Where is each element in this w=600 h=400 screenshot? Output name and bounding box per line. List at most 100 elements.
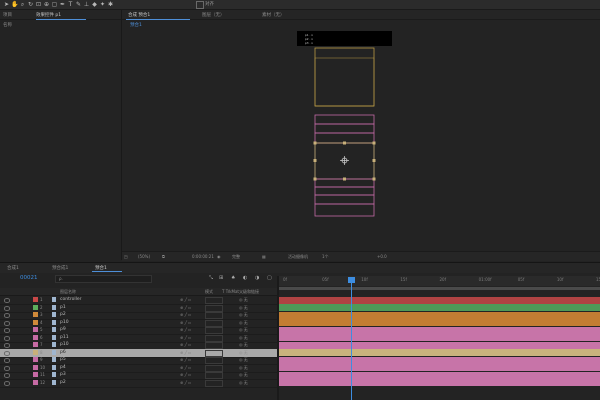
playhead-line[interactable]: [350, 277, 352, 400]
parent-dropdown[interactable]: ◎ 无: [239, 312, 248, 318]
layer-duration-bar[interactable]: [279, 379, 600, 386]
precomp-icon: [52, 319, 56, 325]
visibility-eye-icon[interactable]: [4, 343, 10, 348]
switches-icon[interactable]: ⊕ ╱ ▫: [180, 372, 191, 377]
visibility-eye-icon[interactable]: [4, 358, 10, 363]
visibility-eye-icon[interactable]: [4, 380, 10, 386]
parent-dropdown[interactable]: ◎ 无: [239, 327, 248, 333]
layer-number: 8: [40, 349, 43, 355]
label-color-swatch[interactable]: [33, 312, 38, 317]
parent-dropdown[interactable]: ◎ 无: [239, 297, 248, 303]
layer-duration-bar[interactable]: [279, 296, 600, 304]
label-color-swatch[interactable]: [33, 357, 38, 362]
layer-number: 3: [40, 312, 43, 317]
visibility-eye-icon[interactable]: [4, 328, 10, 333]
switches-icon[interactable]: ⊕ ╱ ▫: [180, 305, 191, 310]
parent-dropdown[interactable]: ◎ 无: [239, 372, 248, 378]
layer-name[interactable]: controller: [60, 297, 81, 302]
switches-icon[interactable]: ⊕ ╱ ▫: [180, 320, 191, 325]
layer-duration-bar[interactable]: [279, 371, 600, 379]
layer-name[interactable]: p3: [60, 372, 66, 377]
label-color-swatch[interactable]: [33, 327, 38, 332]
layer-number: 1: [40, 297, 43, 302]
layer-duration-bar[interactable]: [279, 364, 600, 371]
parent-dropdown[interactable]: ◎ 无: [239, 342, 248, 348]
parent-dropdown[interactable]: ◎ 无: [239, 357, 248, 363]
visibility-eye-icon[interactable]: [4, 320, 10, 326]
layer-duration-bar[interactable]: [279, 349, 600, 356]
switches-icon[interactable]: ⊕ ╱ ▫: [180, 365, 191, 370]
label-color-swatch[interactable]: [33, 342, 38, 347]
visibility-eye-icon[interactable]: [4, 305, 10, 311]
precomp-icon: [52, 334, 56, 340]
visibility-eye-icon[interactable]: [4, 373, 10, 378]
label-color-swatch[interactable]: [33, 319, 38, 325]
switches-icon[interactable]: ⊕ ╱ ▫: [180, 357, 191, 362]
precomp-icon: [52, 297, 56, 302]
layer-name[interactable]: p5: [60, 357, 66, 362]
layer-duration-bar[interactable]: [279, 319, 600, 326]
visibility-eye-icon[interactable]: [4, 335, 10, 341]
layer-number: 10: [40, 364, 46, 370]
visibility-eye-icon[interactable]: [4, 365, 10, 371]
layer-number: 5: [40, 327, 43, 332]
layer-number: 12: [40, 379, 46, 385]
parent-dropdown[interactable]: ◎ 无: [239, 320, 248, 326]
switches-icon[interactable]: ⊕ ╱ ▫: [180, 297, 191, 302]
label-color-swatch[interactable]: [33, 349, 38, 355]
layer-name[interactable]: p1: [60, 305, 66, 310]
layer-number: 11: [40, 372, 46, 377]
visibility-eye-icon[interactable]: [4, 313, 10, 318]
parent-dropdown[interactable]: ◎ 无: [239, 335, 248, 341]
label-color-swatch[interactable]: [33, 334, 38, 340]
layer-duration-bar[interactable]: [279, 334, 600, 341]
blend-mode-dropdown[interactable]: [205, 379, 223, 387]
parent-dropdown[interactable]: ◎ 无: [239, 380, 248, 386]
parent-dropdown[interactable]: ◎ 无: [239, 305, 248, 311]
label-color-swatch[interactable]: [33, 379, 38, 385]
layer-name[interactable]: p11: [60, 335, 69, 340]
layer-number: 4: [40, 319, 43, 325]
precomp-icon: [52, 304, 56, 310]
switches-icon[interactable]: ⊕ ╱ ▫: [180, 312, 191, 317]
layer-name[interactable]: p2: [60, 380, 66, 385]
label-color-swatch[interactable]: [33, 364, 38, 370]
visibility-eye-icon[interactable]: [4, 350, 10, 356]
switches-icon[interactable]: ⊕ ╱ ▫: [180, 327, 191, 332]
precomp-icon: [52, 357, 56, 362]
layer-duration-bar[interactable]: [279, 356, 600, 364]
precomp-icon: [52, 349, 56, 355]
layer-number: 6: [40, 334, 43, 340]
layer-name[interactable]: p6: [60, 350, 66, 355]
label-color-swatch[interactable]: [33, 297, 38, 302]
layer-duration-bar[interactable]: [279, 304, 600, 311]
layer-name[interactable]: p2: [60, 312, 66, 317]
layer-name[interactable]: p10: [60, 320, 69, 325]
visibility-eye-icon[interactable]: [4, 298, 10, 303]
layer-name[interactable]: p4: [60, 365, 66, 370]
layer-row[interactable]: 12 p2 ⊕ ╱ ▫ ◎ 无: [0, 379, 277, 388]
switches-icon[interactable]: ⊕ ╱ ▫: [180, 380, 191, 385]
layer-duration-bar[interactable]: [279, 311, 600, 319]
precomp-icon: [52, 379, 56, 385]
switches-icon[interactable]: ⊕ ╱ ▫: [180, 335, 191, 340]
parent-dropdown[interactable]: ◎ 无: [239, 350, 248, 356]
layer-number: 2: [40, 304, 43, 310]
parent-dropdown[interactable]: ◎ 无: [239, 365, 248, 371]
precomp-icon: [52, 372, 56, 377]
label-color-swatch[interactable]: [33, 372, 38, 377]
switches-icon[interactable]: ⊕ ╱ ▫: [180, 342, 191, 347]
layer-number: 9: [40, 357, 43, 362]
playhead-handle[interactable]: [347, 277, 355, 283]
layer-duration-bar[interactable]: [279, 341, 600, 349]
layer-number: 7: [40, 342, 43, 347]
label-color-swatch[interactable]: [33, 304, 38, 310]
layer-name[interactable]: p9: [60, 327, 66, 332]
layer-stack: 1 controller ⊕ ╱ ▫ ◎ 无 2 p1 ⊕ ╱ ▫ ◎ 无 3 p2 ⊕ ╱ ▫ ◎ …: [0, 0, 600, 400]
layer-name[interactable]: p10: [60, 342, 69, 347]
precomp-icon: [52, 364, 56, 370]
precomp-icon: [52, 342, 56, 347]
switches-icon[interactable]: ⊕ ╱ ▫: [180, 350, 191, 355]
precomp-icon: [52, 327, 56, 332]
layer-duration-bar[interactable]: [279, 326, 600, 334]
